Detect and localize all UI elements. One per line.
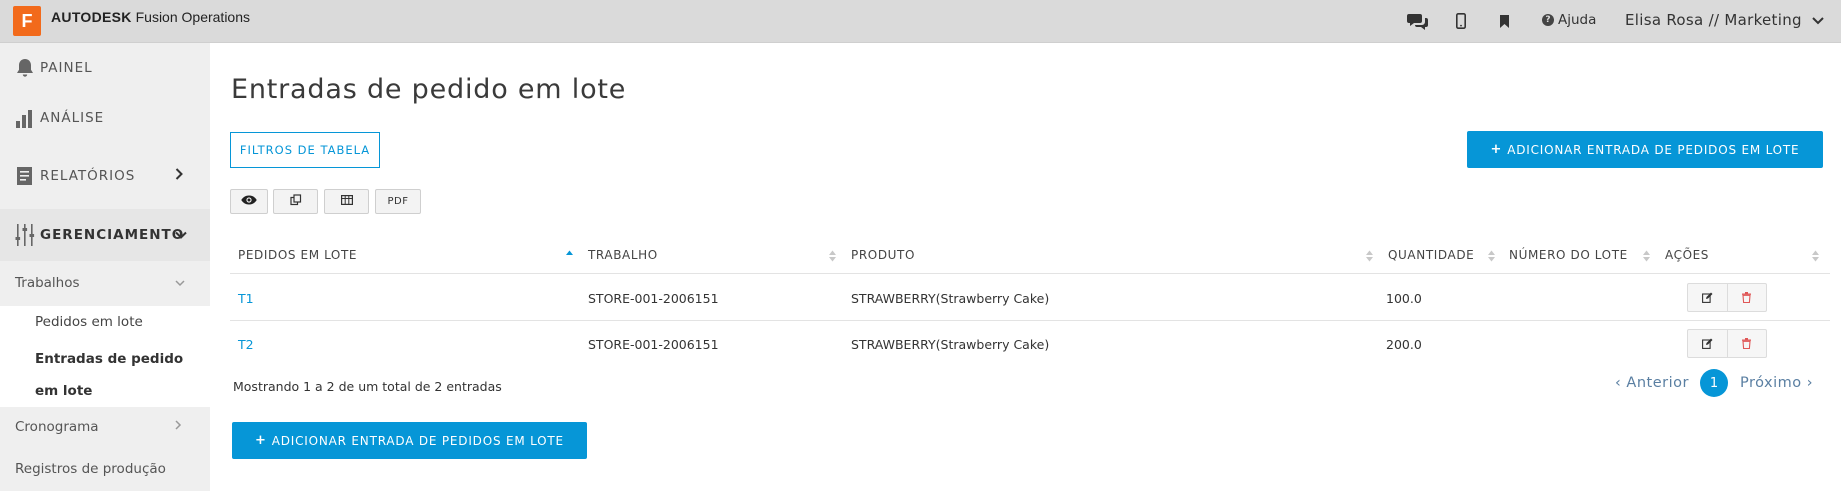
row-actions (1687, 329, 1767, 358)
cell-produto: STRAWBERRY(Strawberry Cake) (851, 337, 1050, 352)
cell-trabalho: STORE-001-2006151 (588, 337, 719, 352)
chevron-down-icon (1812, 11, 1824, 29)
sidebar-subsubitem-entradas[interactable]: Entradas de pedido em lote (0, 337, 210, 407)
column-header-acoes: AÇÕES (1665, 248, 1710, 262)
sort-icon[interactable] (1366, 250, 1373, 262)
sidebar-item-label: ANÁLISE (40, 110, 105, 126)
user-menu[interactable]: Elisa Rosa // Marketing (1625, 11, 1824, 29)
cell-produto: STRAWBERRY(Strawberry Cake) (851, 291, 1050, 306)
column-header-trabalho[interactable]: TRABALHO (588, 248, 658, 262)
column-visibility-button[interactable] (230, 189, 268, 214)
sidebar-item-gerenciamento[interactable]: GERENCIAMENTO (0, 209, 210, 261)
excel-export-button[interactable] (324, 189, 369, 214)
sidebar-subsubitem-pedidos-em-lote[interactable]: Pedidos em lote (0, 306, 210, 337)
delete-icon[interactable] (1726, 284, 1767, 311)
sidebar-subitem-label: Registros de produção (15, 461, 166, 477)
column-header-pedidos[interactable]: PEDIDOS EM LOTE (238, 248, 357, 262)
bell-icon (15, 57, 35, 79)
sliders-icon (15, 223, 35, 246)
header-divider (230, 273, 1830, 274)
sidebar-item-relatorios[interactable]: RELATÓRIOS (0, 151, 210, 201)
column-header-quantidade[interactable]: QUANTIDADE (1388, 248, 1474, 262)
top-bar: F AUTODESK Fusion Operations ? Ajuda Eli… (0, 0, 1841, 43)
chevron-down-icon (175, 229, 187, 244)
help-label: Ajuda (1558, 12, 1597, 28)
sort-icon[interactable] (1812, 250, 1819, 262)
chevron-right-icon (175, 420, 182, 433)
sidebar: PAINEL ANÁLISE RELATÓRIOS GERENCIAMENTO … (0, 43, 210, 491)
copy-button[interactable] (273, 189, 318, 214)
batch-order-link[interactable]: T1 (238, 291, 254, 306)
sort-icon[interactable] (1488, 250, 1495, 262)
column-header-produto[interactable]: PRODUTO (851, 248, 915, 262)
help-icon: ? (1542, 14, 1554, 26)
sort-icon[interactable] (1643, 250, 1650, 262)
sidebar-item-painel[interactable]: PAINEL (0, 43, 210, 93)
chat-icon[interactable] (1405, 8, 1431, 34)
table-icon (340, 195, 353, 208)
table-filters-button[interactable]: FILTROS DE TABELA (230, 132, 380, 168)
sidebar-subsubitem-label: Entradas de pedido em lote (35, 351, 184, 399)
sidebar-item-label: GERENCIAMENTO (40, 227, 185, 243)
add-batch-entry-button-top[interactable]: + ADICIONAR ENTRADA DE PEDIDOS EM LOTE (1467, 131, 1823, 168)
sidebar-subitem-trabalhos[interactable]: Trabalhos (0, 261, 210, 306)
sidebar-subsubitem-label: Pedidos em lote (35, 314, 143, 330)
sort-asc-icon[interactable] (566, 250, 573, 262)
page-title: Entradas de pedido em lote (231, 74, 627, 105)
table-info: Mostrando 1 a 2 de um total de 2 entrada… (233, 379, 502, 394)
pagination-page-1[interactable]: 1 (1700, 369, 1728, 397)
delete-icon[interactable] (1726, 330, 1767, 357)
chevron-down-icon (175, 277, 185, 290)
cell-quantidade: 200.0 (1386, 337, 1422, 352)
sidebar-item-label: RELATÓRIOS (40, 168, 136, 184)
pagination-next[interactable]: Próximo › (1740, 369, 1813, 396)
add-button-label: ADICIONAR ENTRADA DE PEDIDOS EM LOTE (1507, 142, 1800, 157)
sort-icon[interactable] (829, 250, 836, 262)
edit-icon[interactable] (1688, 330, 1727, 357)
cell-trabalho: STORE-001-2006151 (588, 291, 719, 306)
sidebar-item-label: PAINEL (40, 60, 93, 76)
brand-product: Fusion Operations (135, 9, 251, 25)
chevron-right-icon (175, 168, 184, 184)
row-divider (230, 320, 1830, 321)
eye-icon (241, 195, 257, 208)
fusion-logo[interactable]: F (13, 6, 41, 36)
pagination-previous[interactable]: ‹ Anterior (1615, 369, 1689, 396)
brand-name: AUTODESK Fusion Operations (51, 9, 250, 25)
sidebar-subitem-label: Cronograma (15, 419, 99, 435)
copy-icon (289, 194, 302, 209)
row-actions (1687, 283, 1767, 312)
mobile-icon[interactable] (1453, 8, 1469, 34)
pdf-export-button[interactable]: PDF (375, 189, 421, 214)
bookmark-icon[interactable] (1497, 8, 1511, 34)
edit-icon[interactable] (1688, 284, 1727, 311)
column-header-numero-lote[interactable]: NÚMERO DO LOTE (1509, 248, 1628, 262)
sidebar-subitem-registros[interactable]: Registros de produção (0, 449, 210, 491)
plus-icon: + (255, 433, 267, 448)
sidebar-subitem-label: Trabalhos (15, 275, 80, 291)
add-button-label: ADICIONAR ENTRADA DE PEDIDOS EM LOTE (271, 433, 564, 448)
report-icon (15, 165, 35, 187)
cell-quantidade: 100.0 (1386, 291, 1422, 306)
sidebar-subitem-cronograma[interactable]: Cronograma (0, 407, 210, 449)
sidebar-item-analise[interactable]: ANÁLISE (0, 93, 210, 143)
add-batch-entry-button-bottom[interactable]: + ADICIONAR ENTRADA DE PEDIDOS EM LOTE (232, 422, 587, 459)
plus-icon: + (1490, 142, 1503, 157)
batch-order-link[interactable]: T2 (238, 337, 254, 352)
user-label: Elisa Rosa // Marketing (1625, 11, 1802, 29)
brand-autodesk: AUTODESK (51, 9, 132, 25)
help-link[interactable]: ? Ajuda (1542, 12, 1596, 28)
bar-chart-icon (15, 107, 35, 129)
